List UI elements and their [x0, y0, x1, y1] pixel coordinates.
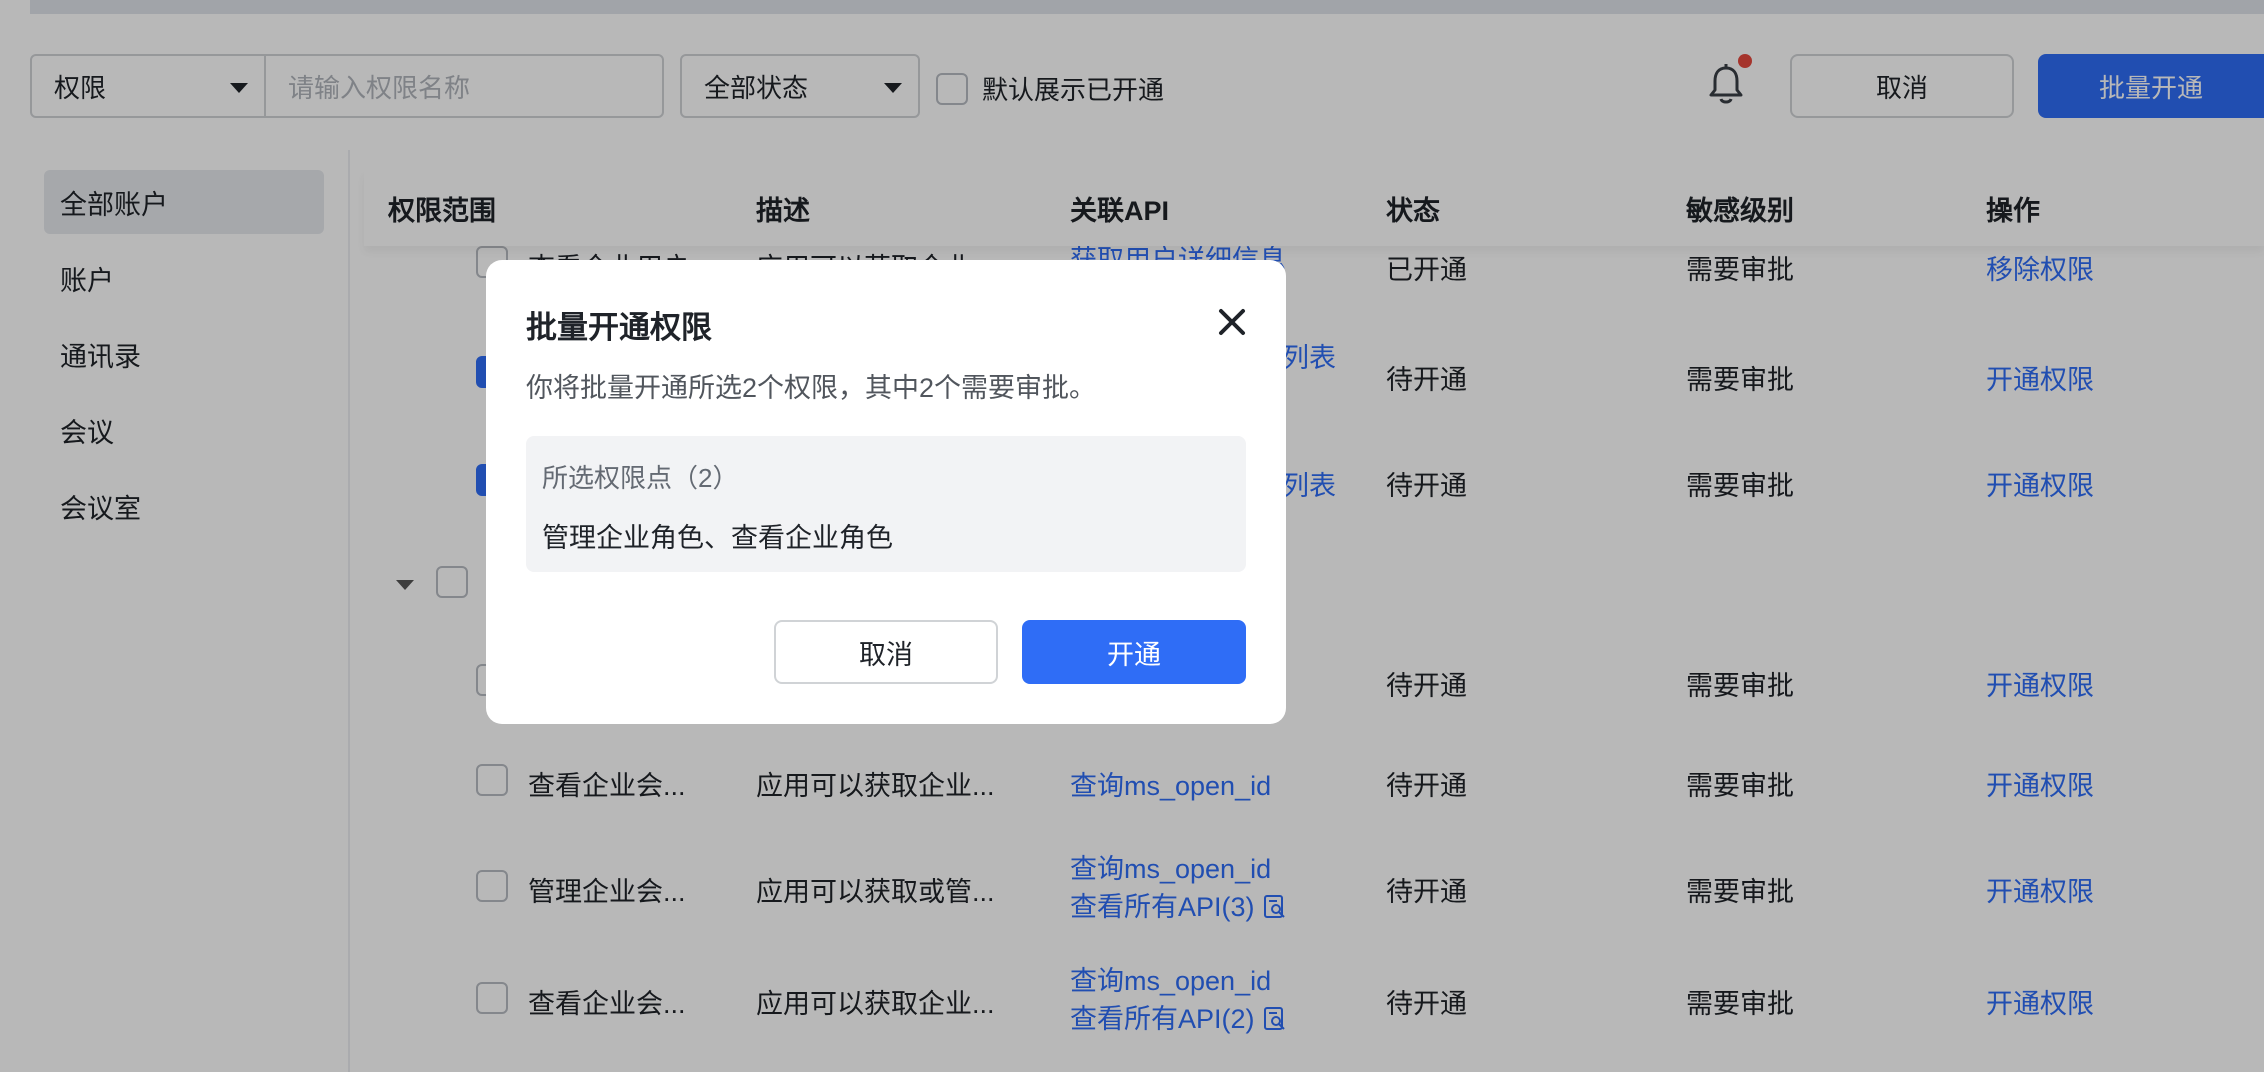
selected-permissions-label: 所选权限点（2）	[542, 463, 739, 493]
selected-permissions-value: 管理企业角色、查看企业角色	[542, 523, 893, 553]
dialog-title: 批量开通权限	[526, 310, 712, 345]
dialog-description: 你将批量开通所选2个权限，其中2个需要审批。	[526, 373, 1097, 403]
batch-enable-dialog: 批量开通权限 你将批量开通所选2个权限，其中2个需要审批。 所选权限点（2） 管…	[486, 260, 1286, 724]
close-icon[interactable]	[1216, 306, 1248, 338]
dialog-cancel-button[interactable]: 取消	[774, 620, 998, 684]
dialog-confirm-button[interactable]: 开通	[1022, 620, 1246, 684]
selected-permissions-box: 所选权限点（2） 管理企业角色、查看企业角色	[526, 436, 1246, 572]
